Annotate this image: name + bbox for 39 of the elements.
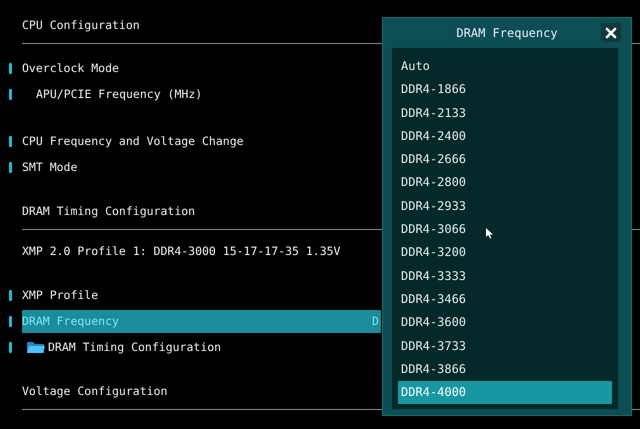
option-item[interactable]: DDR4-2666 [398,148,612,172]
close-button[interactable] [601,23,621,42]
option-item[interactable]: DDR4-3733 [398,334,612,358]
item-value: D [372,314,379,328]
option-item[interactable]: DDR4-2933 [398,194,612,218]
menu-item[interactable]: SMT Mode [22,156,381,178]
close-icon [605,26,617,38]
menu-item[interactable]: CPU Frequency and Voltage Change [22,130,381,152]
item-marker [9,62,12,74]
menu-item[interactable]: DRAM Timing Configuration [22,336,381,358]
item-label: XMP Profile [22,288,98,302]
option-item[interactable]: DDR4-3333 [398,264,612,288]
option-item[interactable]: DDR4-1866 [398,78,612,102]
item-label: APU/PCIE Frequency (MHz) [35,87,202,101]
option-item[interactable]: DDR4-3200 [398,241,612,265]
menu-item[interactable]: XMP Profile [22,284,381,306]
item-marker [9,316,12,326]
item-label: SMT Mode [22,160,78,174]
option-item[interactable]: Auto [398,55,612,78]
menu-item[interactable]: APU/PCIE Frequency (MHz) [22,82,381,106]
item-marker [9,342,12,352]
dialog-title: DRAM Frequency [456,26,558,40]
option-item[interactable]: DDR4-3466 [398,288,612,312]
option-item[interactable]: DDR4-2400 [398,124,612,148]
item-label: CPU Frequency and Voltage Change [22,134,244,148]
profile-info: XMP 2.0 Profile 1: DDR4-3000 15-17-17-35 1.35V [22,243,340,260]
item-label: Overclock Mode [22,61,119,75]
item-label: DRAM Timing Configuration [48,340,222,354]
item-marker [9,136,12,146]
item-marker [9,162,12,172]
mouse-pointer-icon [486,228,494,239]
option-item[interactable]: DDR4-2133 [398,102,612,125]
item-label: DRAM Frequency [22,314,119,328]
folder-icon [26,340,45,354]
option-item[interactable]: DDR4-3600 [398,311,612,335]
option-item[interactable]: DDR4-4000 [398,381,612,404]
item-marker [9,88,12,100]
item-marker [9,290,12,300]
menu-item[interactable]: Overclock Mode [22,56,381,80]
